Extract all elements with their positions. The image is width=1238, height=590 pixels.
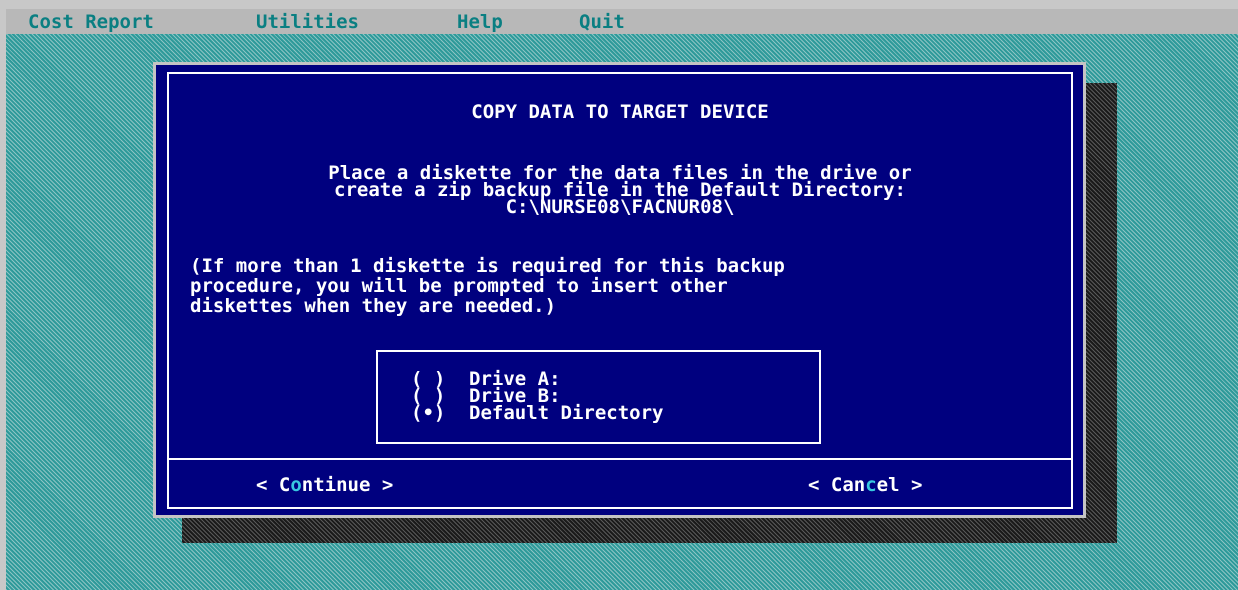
continue-button[interactable]: < Continue > xyxy=(256,474,393,496)
button-label-part: Can xyxy=(830,474,866,496)
menu-bar: Cost Report Utilities Help Quit xyxy=(6,9,1238,34)
dos-desktop: Cost Report Utilities Help Quit COPY DAT… xyxy=(6,9,1238,590)
menu-utilities[interactable]: Utilities xyxy=(256,11,359,33)
button-label-part: ntinue xyxy=(301,474,371,496)
button-label-part: C xyxy=(278,474,291,496)
button-bracket: < xyxy=(256,474,279,496)
copy-data-dialog: COPY DATA TO TARGET DEVICE Place a diske… xyxy=(153,62,1086,518)
menu-help[interactable]: Help xyxy=(457,11,503,33)
note-line: (If more than 1 diskette is required for… xyxy=(190,255,785,277)
button-separator xyxy=(169,458,1071,460)
default-directory-path: C:\NURSE08\FACNUR08\ xyxy=(505,196,735,218)
button-bracket: < xyxy=(808,474,831,496)
radio-default-directory[interactable]: (•) Default Directory xyxy=(411,402,664,424)
radio-label: Default Directory xyxy=(469,402,664,424)
note-line: diskettes when they are needed.) xyxy=(190,295,557,317)
note-line: procedure, you will be prompted to inser… xyxy=(190,275,728,297)
menu-quit[interactable]: Quit xyxy=(579,11,625,33)
cancel-button[interactable]: < Cancel > xyxy=(808,474,922,496)
radio-selected-icon: (•) xyxy=(411,402,446,424)
button-hotkey: o xyxy=(290,474,302,496)
diskette-note: (If more than 1 diskette is required for… xyxy=(190,256,785,316)
menu-cost-report[interactable]: Cost Report xyxy=(28,11,154,33)
dialog-title: COPY DATA TO TARGET DEVICE xyxy=(471,101,769,123)
button-bracket: > xyxy=(899,474,923,496)
button-bracket: > xyxy=(370,474,394,496)
target-device-group: ( ) Drive A: ( ) Drive B: (•) Default Direc… xyxy=(376,350,821,444)
button-label-part: el xyxy=(876,474,900,496)
instruction-text: Place a diskette for the data files in t… xyxy=(169,164,1071,218)
dialog-frame: COPY DATA TO TARGET DEVICE Place a diske… xyxy=(167,72,1073,509)
button-hotkey: c xyxy=(865,474,877,496)
